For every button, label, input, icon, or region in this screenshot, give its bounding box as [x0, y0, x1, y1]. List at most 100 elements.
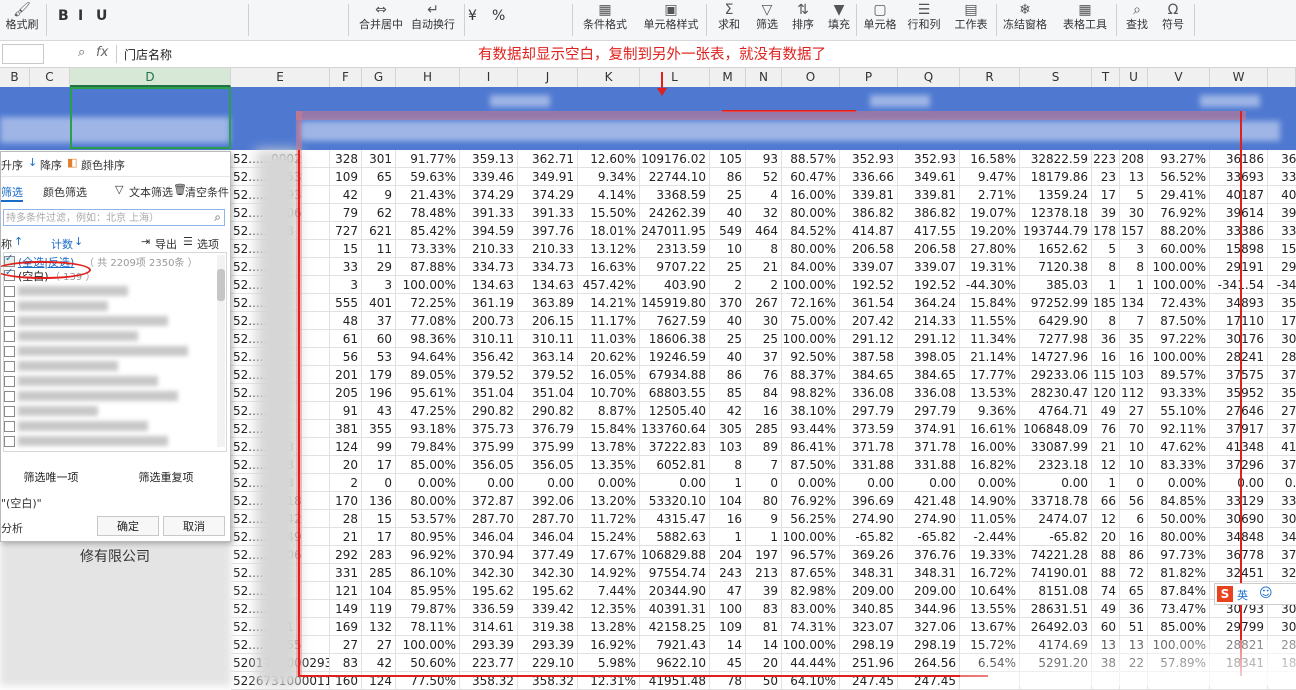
table-cell[interactable]: 134: [1120, 294, 1148, 312]
table-cell[interactable]: 67934.88: [640, 366, 710, 384]
table-cell[interactable]: 59.63%: [396, 168, 460, 186]
table-cell[interactable]: 83.00%: [782, 600, 840, 618]
options-icon[interactable]: ☰: [183, 235, 193, 248]
sort-button[interactable]: ⇅ 排序: [788, 2, 818, 36]
table-cell[interactable]: 86.41%: [782, 438, 840, 456]
column-header-f[interactable]: F: [330, 68, 362, 87]
table-cell[interactable]: 363.14: [518, 348, 578, 366]
table-cell[interactable]: 100.00%: [1148, 348, 1210, 366]
analysis-link[interactable]: 分析: [1, 520, 23, 536]
table-cell[interactable]: 324: [1268, 564, 1296, 582]
fx-button[interactable]: fx: [96, 45, 108, 60]
table-cell[interactable]: 28: [330, 510, 362, 528]
table-cell[interactable]: 209.00: [840, 582, 898, 600]
table-cell[interactable]: 0.00%: [578, 474, 640, 492]
table-cell[interactable]: 195.62: [460, 582, 518, 600]
format-2-button[interactable]: U: [96, 8, 107, 24]
table-cell[interactable]: 43: [362, 402, 396, 420]
table-cell[interactable]: -341.54: [1210, 276, 1268, 294]
table-cell[interactable]: 11: [362, 240, 396, 258]
table-cell[interactable]: 339.42: [518, 600, 578, 618]
table-cell[interactable]: 72.25%: [396, 294, 460, 312]
table-cell[interactable]: 14.92%: [578, 564, 640, 582]
table-cell[interactable]: 36: [1092, 330, 1120, 348]
table-cell[interactable]: 86.10%: [396, 564, 460, 582]
tab-content-filter[interactable]: 筛选: [1, 184, 23, 202]
table-cell[interactable]: 82.98%: [782, 582, 840, 600]
table-cell[interactable]: 51: [1120, 618, 1148, 636]
table-cell[interactable]: 134.63: [518, 276, 578, 294]
table-cell[interactable]: -65.82: [1020, 528, 1092, 546]
table-cell[interactable]: 392.06: [518, 492, 578, 510]
filter-unique-button[interactable]: 筛选唯一项: [1, 468, 101, 488]
table-cell[interactable]: 87.65%: [782, 564, 840, 582]
table-cell[interactable]: 369.26: [840, 546, 898, 564]
table-cell[interactable]: 78.11%: [396, 618, 460, 636]
table-cell[interactable]: 145919.80: [640, 294, 710, 312]
table-cell[interactable]: 16.00%: [782, 186, 840, 204]
table-cell[interactable]: 204: [710, 546, 746, 564]
column-header-t[interactable]: T: [1092, 68, 1120, 87]
table-cell[interactable]: 80: [746, 492, 782, 510]
checkbox[interactable]: [4, 406, 15, 417]
table-cell[interactable]: 97252.99: [1020, 294, 1092, 312]
table-cell[interactable]: 283: [362, 546, 396, 564]
table-cell[interactable]: 381: [330, 420, 362, 438]
table-cell[interactable]: 10: [710, 240, 746, 258]
table-cell[interactable]: 40187: [1210, 186, 1268, 204]
table-cell[interactable]: 100.00%: [1148, 258, 1210, 276]
cell-style-button[interactable]: ▣ 单元格样式: [640, 2, 702, 36]
table-cell[interactable]: 15.84%: [578, 420, 640, 438]
checkbox[interactable]: [4, 316, 15, 327]
table-cell[interactable]: 78.48%: [396, 204, 460, 222]
table-cell[interactable]: 346.04: [518, 528, 578, 546]
table-cell[interactable]: 27: [330, 636, 362, 654]
table-cell[interactable]: 414.87: [840, 222, 898, 240]
table-cell[interactable]: 352.93: [840, 150, 898, 168]
table-cell[interactable]: 359.13: [460, 150, 518, 168]
table-cell[interactable]: 11.17%: [578, 312, 640, 330]
table-cell[interactable]: 100.00%: [396, 636, 460, 654]
column-header-j[interactable]: J: [518, 68, 578, 87]
table-cell[interactable]: 60: [362, 330, 396, 348]
table-cell[interactable]: 331.88: [840, 456, 898, 474]
table-cell[interactable]: 89.05%: [396, 366, 460, 384]
table-cell[interactable]: 85.00%: [396, 456, 460, 474]
table-cell[interactable]: 0.00: [518, 474, 578, 492]
table-cell[interactable]: 200.73: [460, 312, 518, 330]
table-cell[interactable]: 72: [1120, 564, 1148, 582]
table-cell[interactable]: 210.33: [460, 240, 518, 258]
table-cell[interactable]: 362.71: [518, 150, 578, 168]
table-cell[interactable]: 16: [1120, 348, 1148, 366]
table-cell[interactable]: 3368.59: [640, 186, 710, 204]
table-cell[interactable]: 12378.18: [1020, 204, 1092, 222]
table-cell[interactable]: 30: [1120, 204, 1148, 222]
table-cell[interactable]: 134.63: [460, 276, 518, 294]
table-cell[interactable]: -44.30%: [960, 276, 1020, 294]
table-cell[interactable]: 86: [710, 366, 746, 384]
table-cell[interactable]: 29799: [1210, 618, 1268, 636]
table-cell[interactable]: 352.93: [898, 150, 960, 168]
table-cell[interactable]: 106848.09: [1020, 420, 1092, 438]
table-cell[interactable]: 171: [1268, 312, 1296, 330]
column-header-k[interactable]: K: [578, 68, 640, 87]
table-cell[interactable]: 40391.31: [640, 600, 710, 618]
table-cell[interactable]: 74190.01: [1020, 564, 1092, 582]
table-cell[interactable]: 11.72%: [578, 510, 640, 528]
text-filter-button[interactable]: 文本筛选: [129, 184, 173, 200]
table-cell[interactable]: 105: [710, 150, 746, 168]
table-cell[interactable]: 379.52: [460, 366, 518, 384]
table-cell[interactable]: 1359.24: [1020, 186, 1092, 204]
table-cell[interactable]: 243: [710, 564, 746, 582]
table-cell[interactable]: 91.77%: [396, 150, 460, 168]
table-cell[interactable]: 379.52: [518, 366, 578, 384]
table-cell[interactable]: 33087.99: [1020, 438, 1092, 456]
table-cell[interactable]: 37296: [1210, 456, 1268, 474]
table-cell[interactable]: 97.22%: [1148, 330, 1210, 348]
list-item[interactable]: [4, 313, 209, 329]
table-cell[interactable]: 25: [710, 330, 746, 348]
table-cell[interactable]: 5: [1120, 186, 1148, 204]
table-cell[interactable]: -2.44%: [960, 528, 1020, 546]
table-cell[interactable]: 0: [746, 474, 782, 492]
list-item[interactable]: [4, 328, 209, 344]
